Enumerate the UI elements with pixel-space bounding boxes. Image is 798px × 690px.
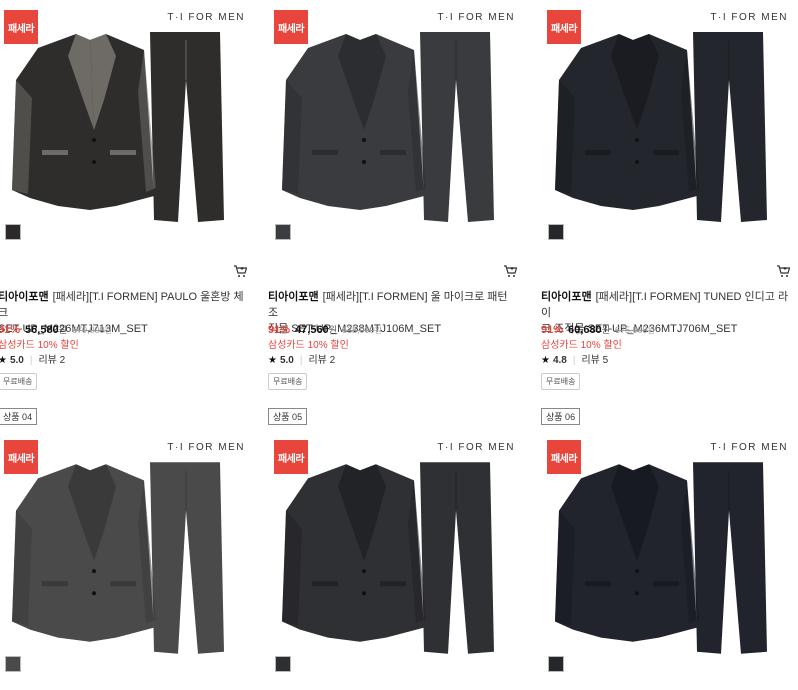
product-thumbnail[interactable]: 패세라 T·I FOR MEN — [541, 0, 796, 248]
rating: ★ 4.8 | 리뷰 5 — [541, 355, 609, 366]
brand-logo: T·I FOR MEN — [167, 12, 245, 23]
price-row: 91% 60,680원 675,000원 — [541, 323, 655, 336]
review-count: 리뷰 5 — [581, 355, 609, 366]
price-row: 91% 56,580원 670,000원 — [0, 323, 112, 336]
product-thumbnail[interactable]: 패세라 T·I FOR MEN — [0, 0, 253, 248]
product-brand: 티아이포맨 — [268, 291, 319, 303]
store-badge: 패세라 — [4, 10, 38, 44]
review-count: 리뷰 2 — [308, 355, 336, 366]
rating-score: 5.0 — [9, 355, 24, 366]
price-row: 91% 47,560원 538,000원 — [268, 323, 382, 336]
product-thumbnail[interactable]: 패세라 T·I FOR MEN — [268, 0, 523, 248]
rating: ★ 5.0 | 리뷰 2 — [0, 355, 66, 366]
product-thumbnail[interactable]: 패세라 T·I FOR MEN — [268, 430, 523, 680]
currency-unit: 원 — [601, 325, 610, 335]
rating-score: 5.0 — [279, 355, 294, 366]
store-badge: 패세라 — [547, 10, 581, 44]
color-swatch[interactable] — [548, 224, 564, 240]
cart-icon[interactable] — [503, 264, 517, 278]
review-count: 리뷰 2 — [38, 355, 66, 366]
color-swatch[interactable] — [548, 656, 564, 672]
original-currency: 원 — [104, 326, 112, 335]
original-price: 675,000 — [614, 325, 648, 335]
product-brand: 티아이포맨 — [541, 291, 592, 303]
brand-logo: T·I FOR MEN — [437, 442, 515, 453]
star-icon: ★ — [268, 355, 277, 366]
rating: ★ 5.0 | 리뷰 2 — [268, 355, 336, 366]
rank-label: 상품 05 — [268, 408, 308, 425]
discount-rate: 91% — [0, 324, 21, 336]
brand-logo: T·I FOR MEN — [710, 12, 788, 23]
color-swatch[interactable] — [5, 656, 21, 672]
shipping-badge: 무료배송 — [268, 373, 308, 390]
shipping-badge: 무료배송 — [0, 373, 38, 390]
color-swatch[interactable] — [275, 224, 291, 240]
card-promo: 삼성카드 10% 할인 — [0, 340, 79, 351]
rating-score: 4.8 — [552, 355, 567, 366]
original-price: 670,000 — [71, 325, 105, 335]
cart-icon[interactable] — [233, 264, 247, 278]
product-thumbnail[interactable]: 패세라 T·I FOR MEN — [0, 430, 253, 680]
color-swatch[interactable] — [5, 224, 21, 240]
store-badge: 패세라 — [4, 440, 38, 474]
sale-price: 56,580 — [25, 324, 59, 336]
store-badge: 패세라 — [274, 440, 308, 474]
cart-icon[interactable] — [776, 264, 790, 278]
brand-logo: T·I FOR MEN — [167, 442, 245, 453]
star-icon: ★ — [0, 355, 7, 366]
discount-rate: 91% — [541, 324, 564, 336]
card-promo: 삼성카드 10% 할인 — [541, 340, 622, 351]
currency-unit: 원 — [58, 325, 67, 335]
rank-label: 상품 04 — [0, 408, 38, 425]
card-promo: 삼성카드 10% 할인 — [268, 340, 349, 351]
original-currency: 원 — [647, 326, 655, 335]
color-swatch[interactable] — [275, 656, 291, 672]
product-thumbnail[interactable]: 패세라 T·I FOR MEN — [541, 430, 796, 680]
original-price: 538,000 — [341, 325, 375, 335]
star-icon: ★ — [541, 355, 550, 366]
rank-label: 상품 06 — [541, 408, 581, 425]
brand-logo: T·I FOR MEN — [437, 12, 515, 23]
shipping-badge: 무료배송 — [541, 373, 581, 390]
brand-logo: T·I FOR MEN — [710, 442, 788, 453]
currency-unit: 원 — [328, 325, 337, 335]
discount-rate: 91% — [268, 324, 291, 336]
product-brand: 티아이포맨 — [0, 291, 49, 303]
sale-price: 60,680 — [568, 324, 602, 336]
store-badge: 패세라 — [547, 440, 581, 474]
store-badge: 패세라 — [274, 10, 308, 44]
sale-price: 47,560 — [295, 324, 329, 336]
original-currency: 원 — [374, 326, 382, 335]
